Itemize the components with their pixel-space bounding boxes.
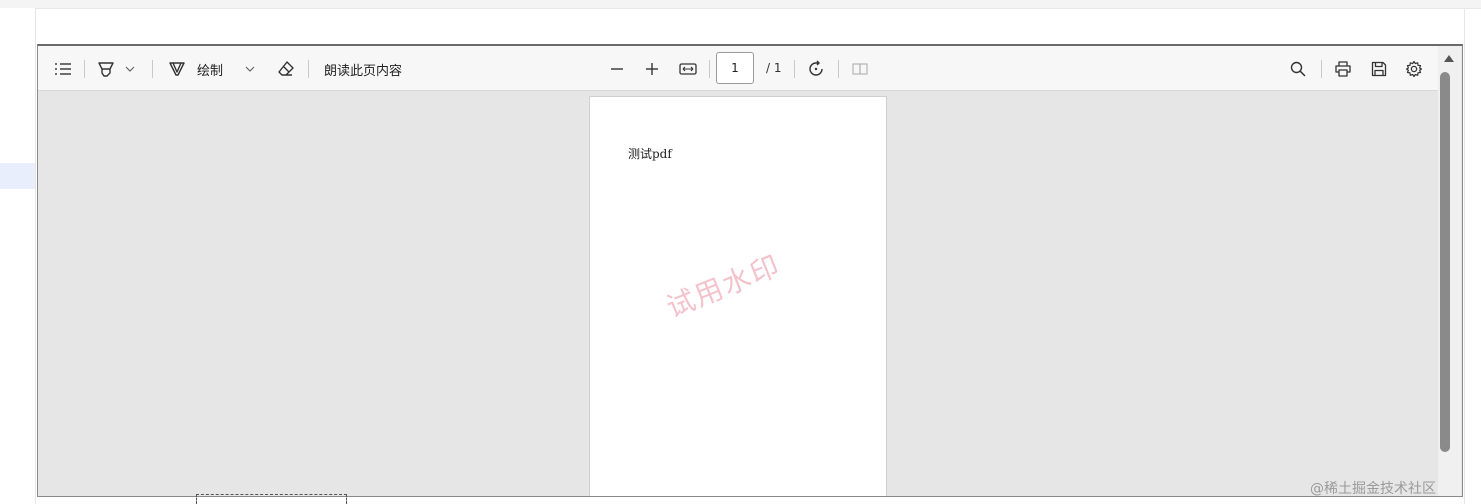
draw-label: 绘制 [197, 63, 224, 79]
sidebar-selected-item[interactable] [0, 163, 35, 189]
zoom-in-button[interactable] [640, 56, 664, 82]
settings-button[interactable] [1402, 56, 1426, 82]
page-view-icon [851, 61, 869, 77]
fit-width-icon [679, 62, 697, 76]
toolbar-divider [709, 60, 710, 78]
top-strip [0, 0, 1481, 9]
print-button[interactable] [1331, 56, 1355, 82]
focus-outline [196, 494, 347, 504]
eraser-icon [277, 60, 295, 78]
erase-button[interactable] [274, 56, 298, 82]
fit-width-button[interactable] [676, 56, 700, 82]
find-button[interactable] [1286, 56, 1310, 82]
highlighter-icon [97, 60, 115, 78]
read-aloud-label: 朗读此页内容 [324, 63, 403, 79]
save-button[interactable] [1367, 56, 1391, 82]
scrollbar-thumb[interactable] [1440, 72, 1450, 452]
draw-options-button[interactable] [242, 56, 258, 82]
pdf-toolbar: 绘制 朗读此页内容 1 / 1 [38, 46, 1438, 91]
toolbar-divider [1321, 60, 1322, 78]
toolbar-divider [838, 60, 839, 78]
pdf-viewer: 绘制 朗读此页内容 1 / 1 测试pdf 试用水印 [37, 44, 1463, 497]
toolbar-divider [84, 60, 85, 78]
draw-button[interactable]: 绘制 [168, 56, 238, 82]
printer-icon [1334, 61, 1352, 77]
watermark-text: 试用水印 [661, 248, 786, 325]
highlight-button[interactable] [94, 56, 118, 82]
read-aloud-button[interactable]: 朗读此页内容 [324, 56, 414, 82]
toolbar-divider [152, 60, 153, 78]
highlight-options-button[interactable] [122, 56, 138, 82]
chevron-down-icon [245, 66, 255, 72]
list-icon [54, 62, 72, 76]
save-icon [1371, 61, 1387, 77]
rotate-button[interactable] [804, 56, 828, 82]
page-number-input[interactable] [716, 52, 754, 84]
chevron-down-icon [125, 66, 135, 72]
page-total-label: / 1 [766, 61, 782, 75]
toolbar-divider [794, 60, 795, 78]
page-view-button[interactable] [848, 56, 872, 82]
plus-icon [645, 62, 659, 76]
page-text: 测试pdf [628, 147, 672, 161]
gear-icon [1405, 60, 1423, 78]
minus-icon [610, 62, 624, 76]
contents-button[interactable] [50, 56, 76, 82]
toolbar-divider [308, 60, 309, 78]
left-sidebar [0, 8, 36, 504]
source-credit: @稀土掘金技术社区 [1310, 481, 1436, 497]
document-area[interactable]: 测试pdf 试用水印 [38, 91, 1438, 496]
right-divider [1464, 8, 1465, 504]
scroll-up-arrow-icon[interactable] [1444, 55, 1454, 62]
zoom-out-button[interactable] [605, 56, 629, 82]
search-icon [1290, 61, 1306, 77]
draw-pen-icon [168, 60, 186, 78]
rotate-icon [807, 60, 825, 78]
pdf-page: 测试pdf 试用水印 [589, 96, 887, 496]
